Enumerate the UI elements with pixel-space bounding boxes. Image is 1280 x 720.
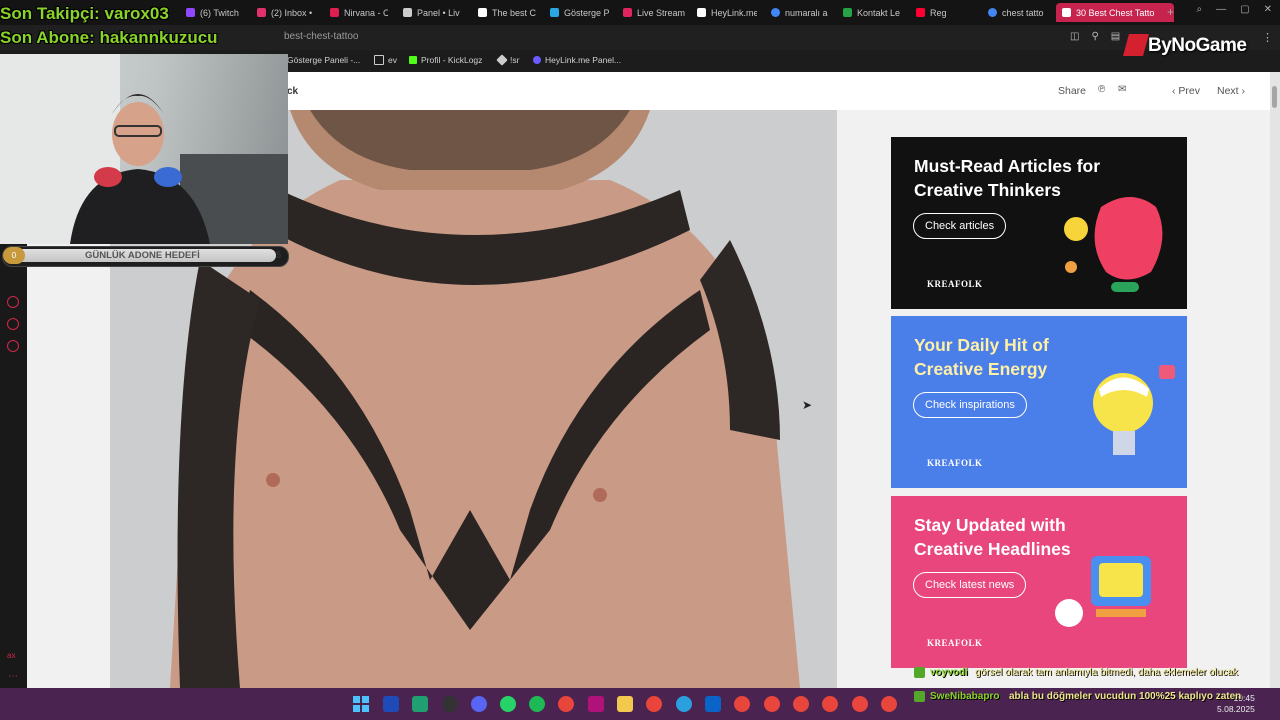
kreafolk-logo: KREAFOLK [927,638,983,648]
bookmark-profil-kicklogz[interactable]: Profil - KickLogz [409,55,482,65]
goal-label: GÜNLÜK ADONE HEDEFİ [85,250,200,261]
sidebar-icon[interactable]: ◫ [1070,31,1079,42]
settings-icon[interactable] [7,340,19,352]
bookmark-gosterge[interactable]: Gösterge Paneli -... [287,55,360,65]
tab-nirvana[interactable]: Nirvana - C [330,3,388,22]
opera-gx-icon[interactable] [588,696,604,712]
chrome-profile-icon[interactable] [881,696,897,712]
chat-message: abla bu döğmeler vucudun 100%25 kaplıyo … [1009,691,1242,702]
search-icon[interactable]: ⌕ [1197,4,1203,15]
telegram-icon[interactable] [676,696,692,712]
tab-30-best-chest-tattoo[interactable]: 30 Best Chest Tatto [1056,3,1174,22]
ad-daily-hit[interactable]: Your Daily Hit of Creative Energy Check … [891,316,1187,488]
chat-user: voyvodi [930,667,968,678]
last-subscriber-label: Son Abone: hakannkuzucu [0,28,218,47]
new-tab-icon[interactable]: + [1167,5,1174,19]
window-controls: ⌕ — ▢ ✕ [1197,4,1272,15]
heylink-icon [533,56,541,64]
bookmark-ev[interactable]: ev [374,55,397,65]
tab-the-best[interactable]: The best C [478,3,536,22]
chat-user: SweNibabapro [930,691,1000,702]
ad-stay-updated[interactable]: Stay Updated with Creative Headlines Che… [891,496,1187,668]
tab-kontakt[interactable]: Kontakt Le [843,3,903,22]
toolbar-icons: ◫ ⚲ ▤ [1070,31,1120,42]
windows-start-icon[interactable] [353,696,369,712]
rail-bottom-icon[interactable]: ax [7,651,15,660]
chat-badge-icon [914,667,925,678]
streamer-silhouette [0,54,288,244]
back-link[interactable]: ck [287,86,298,97]
scrollbar[interactable] [1270,72,1280,688]
goal-start-badge: 0 [3,247,25,264]
apple-mascot-icon [1064,197,1163,292]
outlook-icon[interactable] [705,696,721,712]
chat-message: görsel olarak tam anlamıyla bitmedi, dah… [975,667,1238,678]
lightbulb-mascot-icon [1093,365,1175,455]
ad-must-read[interactable]: Must-Read Articles for Creative Thinkers… [891,137,1187,309]
mouse-cursor: ➤ [802,398,813,412]
scrollbar-thumb[interactable] [1272,86,1277,108]
spotify-icon[interactable] [529,696,545,712]
watermark: ByNoGame [1148,35,1247,56]
computer-mascot-icon [1055,556,1151,627]
menu-icon[interactable]: ⋮ [1262,31,1273,44]
share-label[interactable]: Share [1058,85,1086,97]
chrome-profile-icon[interactable] [646,696,662,712]
kreafolk-logo: KREAFOLK [927,458,983,468]
media-app-icon[interactable] [412,696,428,712]
chrome-profile-icon[interactable] [793,696,809,712]
tab-inbox[interactable]: (2) Inbox • [257,3,317,22]
tab-panel[interactable]: Panel • Liv [403,3,463,22]
tab-reg[interactable]: Reg [916,3,976,22]
clock-date: 5.08.2025 [1217,704,1255,714]
pin-icon[interactable]: ⚲ [1091,31,1098,42]
extensions-icon[interactable] [7,318,19,330]
url-field[interactable]: best-chest-tattoo [284,31,358,42]
security-app-icon[interactable] [383,696,399,712]
minimize-icon[interactable]: — [1216,4,1226,15]
whatsapp-icon[interactable] [500,696,516,712]
history-icon[interactable] [7,296,19,308]
next-button[interactable]: Next › [1217,85,1245,97]
kick-icon [409,56,417,64]
chrome-icon[interactable] [558,696,574,712]
more-icon[interactable]: ⋯ [8,671,18,682]
file-explorer-icon[interactable] [617,696,633,712]
maximize-icon[interactable]: ▢ [1240,4,1249,15]
bookmark-sr[interactable]: !sr [496,54,519,66]
tab-heylink[interactable]: HeyLink.me [697,3,757,22]
email-icon[interactable]: ✉ [1118,84,1126,95]
tab-numarali[interactable]: numaralı a [771,3,831,22]
chrome-profile-icon[interactable] [822,696,838,712]
tab-twitch[interactable]: (6) Twitch [186,3,246,22]
prev-button[interactable]: ‹ Prev [1172,85,1200,97]
reader-icon[interactable]: ▤ [1111,31,1120,42]
tab-gosterge[interactable]: Gösterge P [550,3,610,22]
check-inspirations-button[interactable]: Check inspirations [913,392,1027,418]
goal-end: 5 [276,250,282,261]
check-articles-button[interactable]: Check articles [913,213,1007,239]
close-icon[interactable]: ✕ [1264,4,1272,15]
kreafolk-logo: KREAFOLK [927,279,983,289]
obs-icon[interactable] [442,696,458,712]
chrome-profile-icon[interactable] [852,696,868,712]
check-latest-news-button[interactable]: Check latest news [913,572,1027,598]
tab-chest-tatto[interactable]: chest tatto [988,3,1048,22]
chrome-profile-icon[interactable] [764,696,780,712]
folder-icon [374,55,384,65]
tab-live-stream[interactable]: Live Stream [623,3,685,22]
chrome-profile-icon[interactable] [734,696,750,712]
chat-badge-icon [914,691,925,702]
webcam-feed [0,54,288,244]
discord-icon[interactable] [471,696,487,712]
bookmark-heylink-panel[interactable]: HeyLink.me Panel... [533,55,621,65]
last-follower-label: Son Takipçi: varox03 [0,4,169,23]
diamond-icon [496,54,508,66]
pinterest-icon[interactable]: ℗ [1098,84,1105,95]
